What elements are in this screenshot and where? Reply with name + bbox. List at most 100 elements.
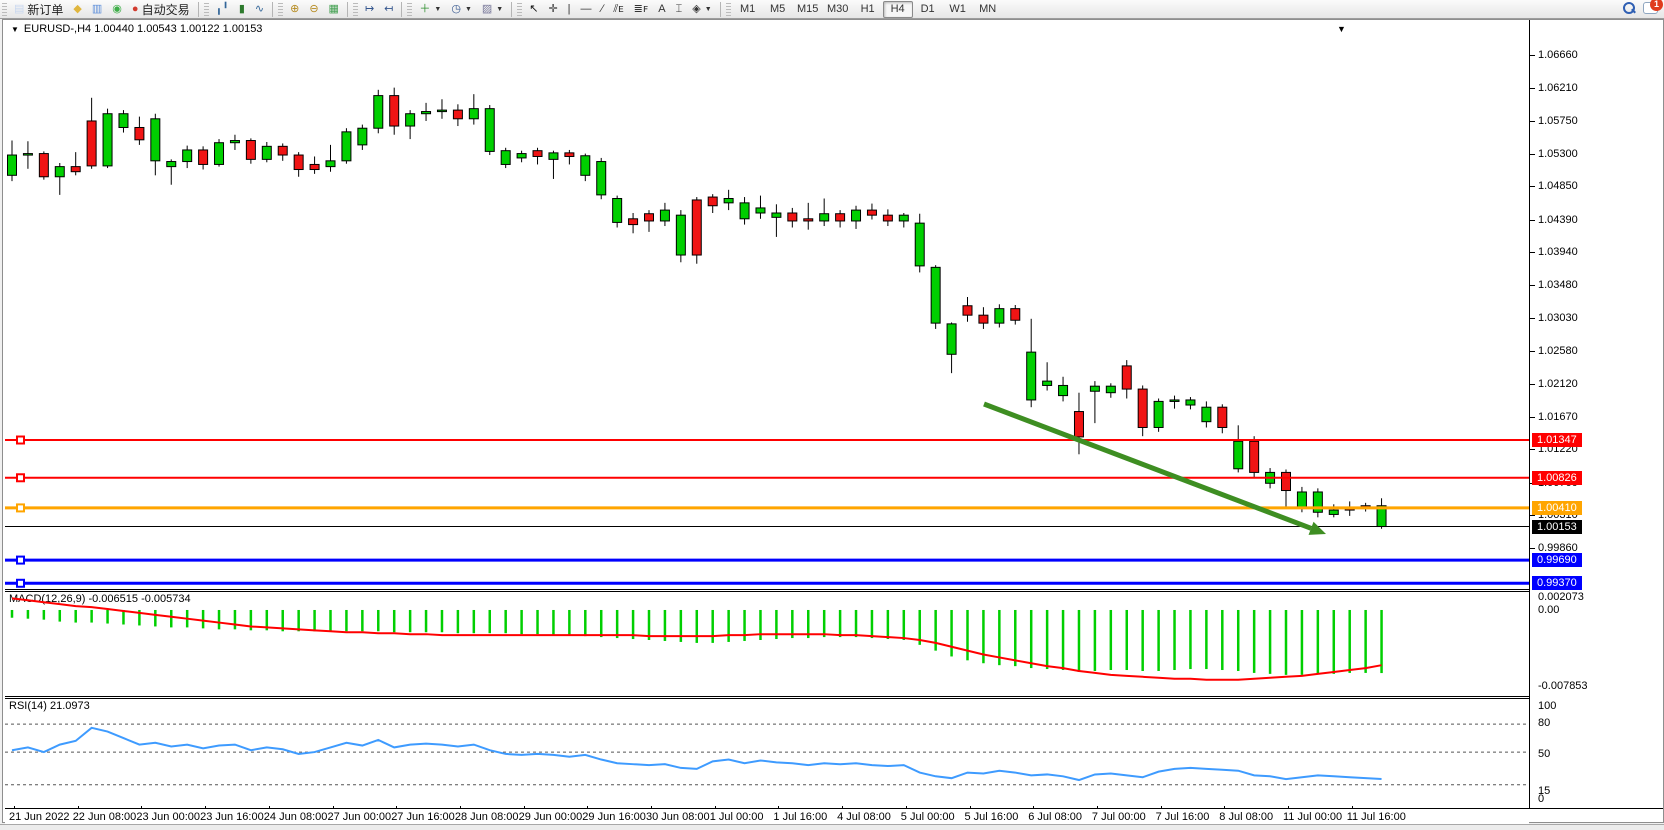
bar-chart-icon: ╻╹ (216, 4, 229, 15)
cursor-button[interactable]: ↖ (524, 1, 543, 18)
line-handle[interactable] (17, 474, 24, 481)
candle (549, 151, 558, 179)
fibonacci-button[interactable]: ≣ꜰ (629, 1, 654, 18)
timeframe-m1-button[interactable]: M1 (733, 1, 763, 18)
channel-button[interactable]: ⫽ᴇ (608, 1, 628, 18)
candle (199, 146, 208, 169)
zoom-out-icon: ⊖ (309, 4, 318, 15)
text-button[interactable]: A (653, 1, 670, 18)
candle (1138, 385, 1147, 436)
price-chart-pane[interactable] (5, 23, 1529, 589)
timeframe-m30-button[interactable]: M30 (823, 1, 853, 18)
candle (517, 151, 526, 163)
toolbar-grip[interactable] (726, 3, 731, 16)
line-handle[interactable] (17, 504, 24, 511)
timeframe-d1-button[interactable]: D1 (913, 1, 943, 18)
horizontal-line-object[interactable] (5, 474, 1529, 481)
tile-windows-button[interactable]: ▦ (324, 1, 344, 18)
candle (708, 194, 717, 213)
time-tick (396, 806, 397, 809)
macd-pane[interactable] (5, 591, 1529, 695)
autotrading-button[interactable]: ●自动交易 (127, 1, 195, 18)
line-handle[interactable] (17, 557, 24, 564)
time-tick (1288, 806, 1289, 809)
candle (1074, 393, 1083, 455)
candle (135, 117, 144, 145)
rsi-pane[interactable] (5, 698, 1529, 808)
candle (867, 204, 876, 220)
text-label-button[interactable]: ⌶ (671, 1, 688, 18)
horizontal-line-object[interactable] (5, 557, 1529, 564)
candle (167, 159, 176, 184)
new-order-button-label: 新订单 (27, 1, 63, 18)
time-tick-label: 21 Jun 2022 (9, 811, 70, 823)
bar-chart-button[interactable]: ╻╹ (211, 1, 234, 18)
metaeditor-button[interactable]: ◆ (68, 1, 86, 18)
line-chart-button[interactable]: ∿ (250, 1, 269, 18)
pane-separator[interactable] (5, 696, 1529, 697)
candle (437, 99, 446, 119)
toolbar-grip[interactable] (278, 3, 283, 16)
price-tick-label: 0.99860 (1538, 542, 1578, 554)
signals-icon: ◉ (112, 4, 122, 15)
timeframe-m5-button[interactable]: M5 (763, 1, 793, 18)
crosshair-button[interactable]: ✛ (543, 1, 562, 18)
indicators-button[interactable]: ＋▼ (414, 1, 446, 18)
toolbar-grip[interactable] (204, 3, 209, 16)
pane-separator[interactable] (5, 589, 1529, 590)
candlestick-chart-button[interactable]: ▮ (234, 1, 250, 18)
signals-button[interactable]: ◉ (107, 1, 127, 18)
candle (71, 152, 80, 175)
time-tick-label: 1 Jul 16:00 (773, 811, 827, 823)
timeframe-h4-button[interactable]: H4 (883, 1, 913, 18)
toolbar-grip[interactable] (407, 3, 412, 16)
toolbar-grip[interactable] (2, 3, 7, 16)
toolbar-grip[interactable] (353, 3, 358, 16)
trendline-button[interactable]: ∕ (597, 1, 609, 18)
timeframe-h1-button[interactable]: H1 (853, 1, 883, 18)
horizontal-line-button[interactable]: — (576, 1, 597, 18)
toolbar-separator (272, 2, 273, 17)
timeframe-m15-button[interactable]: M15 (793, 1, 823, 18)
timeframe-w1-button[interactable]: W1 (943, 1, 973, 18)
candle (230, 135, 239, 150)
horizontal-line-object[interactable] (5, 437, 1529, 444)
time-tick (141, 806, 142, 809)
chart-window[interactable]: ▼ EURUSD-,H4 1.00440 1.00543 1.00122 1.0… (2, 19, 1664, 823)
axis-tick (1530, 88, 1535, 89)
candle (1090, 381, 1099, 423)
time-tick (1161, 806, 1162, 809)
time-tick (1352, 806, 1353, 809)
timeframe-mn-button[interactable]: MN (973, 1, 1003, 18)
candle (724, 190, 733, 210)
vertical-line-button[interactable]: | (563, 1, 576, 18)
horizontal-line-object[interactable] (5, 580, 1529, 587)
auto-scroll-button[interactable]: ↦ (360, 1, 379, 18)
new-order-button[interactable]: ▤新订单 (9, 1, 68, 18)
periods-button[interactable]: ◷▼ (446, 1, 477, 18)
line-handle[interactable] (17, 437, 24, 444)
chart-shift-button[interactable]: ↤ (379, 1, 398, 18)
time-tick-label: 5 Jul 00:00 (901, 811, 955, 823)
time-tick-label: 6 Jul 08:00 (1028, 811, 1082, 823)
text-icon: A (658, 4, 665, 15)
time-axis[interactable]: 21 Jun 202222 Jun 08:0023 Jun 00:0023 Ju… (5, 809, 1529, 824)
rsi-axis-label: 100 (1538, 700, 1556, 712)
zoom-in-button[interactable]: ⊕ (285, 1, 304, 18)
candle (820, 199, 829, 227)
candle (215, 139, 224, 167)
line-handle[interactable] (17, 580, 24, 587)
search-icon[interactable] (1622, 1, 1635, 14)
time-tick-label: 29 Jun 16:00 (582, 811, 646, 823)
metaeditor-icon: ◆ (73, 4, 81, 15)
toolbar-grip[interactable] (517, 3, 522, 16)
candle (422, 103, 431, 121)
templates-button[interactable]: ▨▼ (477, 1, 508, 18)
chat-icon[interactable]: 1 (1643, 2, 1658, 14)
candle (645, 210, 654, 232)
price-axis[interactable]: 1.066601.062101.057501.053001.048501.043… (1529, 20, 1663, 808)
arrows-button[interactable]: ◈▼ (687, 1, 716, 18)
price-tick-label: 1.04390 (1538, 214, 1578, 226)
data-window-button[interactable]: ▥ (87, 1, 107, 18)
zoom-out-button[interactable]: ⊖ (304, 1, 323, 18)
